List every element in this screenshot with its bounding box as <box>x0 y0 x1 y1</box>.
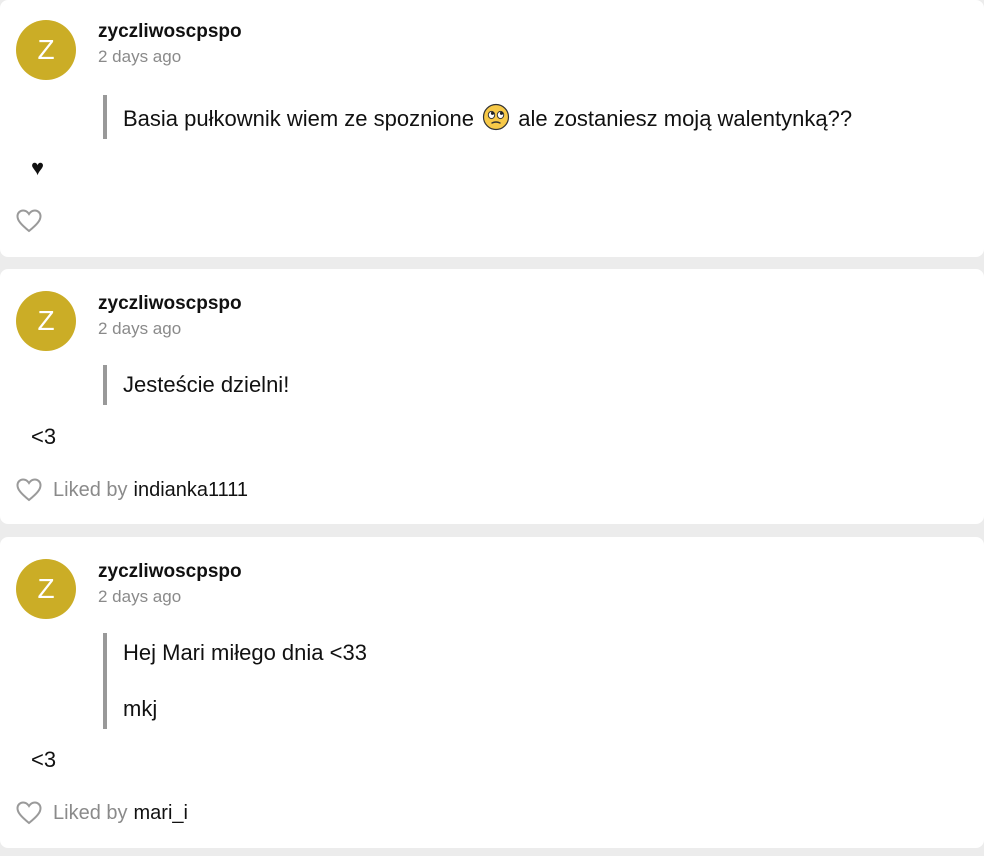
comment-timestamp: 2 days ago <box>98 47 182 66</box>
quote-line: Hej Mari miłego dnia <33 <box>123 640 367 665</box>
avatar[interactable]: Z <box>16 291 76 351</box>
quote-line: Basia pułkownik wiem ze spoznione ale zo… <box>123 103 852 133</box>
trailing-text: <3 <box>31 424 57 449</box>
like-row: Liked by indianka1111 <box>16 478 248 502</box>
liked-by-user[interactable]: indianka1111 <box>134 479 249 502</box>
comment-timestamp: 2 days ago <box>98 319 182 338</box>
comment-username[interactable]: zyczliwoscpspo <box>98 561 242 583</box>
like-row: Liked by mari_i <box>16 801 188 825</box>
comment-quote: Jesteście dzielni! <box>103 365 289 405</box>
trailing-text: <3 <box>31 747 57 772</box>
comment-card: Z zyczliwoscpspo 2 days ago Basia pułkow… <box>0 0 984 257</box>
comment-timestamp: 2 days ago <box>98 587 182 606</box>
avatar-letter: Z <box>37 34 55 65</box>
avatar[interactable]: Z <box>16 559 76 619</box>
comment-card: Z zyczliwoscpspo 2 days ago Hej Mari mił… <box>0 537 984 848</box>
quote-line: Jesteście dzielni! <box>123 372 290 397</box>
rolling-eyes-emoji <box>482 103 510 131</box>
comment-username[interactable]: zyczliwoscpspo <box>98 293 242 315</box>
comment-username[interactable]: zyczliwoscpspo <box>98 21 242 43</box>
liked-by-label: Liked by <box>53 478 128 501</box>
liked-by-user[interactable]: mari_i <box>134 802 188 825</box>
trailing-text: ♥ <box>31 155 45 180</box>
comment-quote: Hej Mari miłego dnia <33 mkj <box>103 633 367 729</box>
avatar-letter: Z <box>37 305 55 336</box>
quote-text-after: ale zostaniesz moją walentynką?? <box>518 106 853 131</box>
heart-outline-icon[interactable] <box>16 209 42 233</box>
like-row <box>16 209 42 233</box>
avatar-letter: Z <box>37 573 55 604</box>
comment-quote: Basia pułkownik wiem ze spoznione ale zo… <box>103 95 852 139</box>
heart-outline-icon[interactable] <box>16 801 42 825</box>
quote-text-before: Basia pułkownik wiem ze spoznione <box>123 106 474 131</box>
avatar[interactable]: Z <box>16 20 76 80</box>
quote-line: mkj <box>123 696 158 721</box>
liked-by-label: Liked by <box>53 801 128 824</box>
heart-outline-icon[interactable] <box>16 478 42 502</box>
comment-card: Z zyczliwoscpspo 2 days ago Jesteście dz… <box>0 269 984 524</box>
